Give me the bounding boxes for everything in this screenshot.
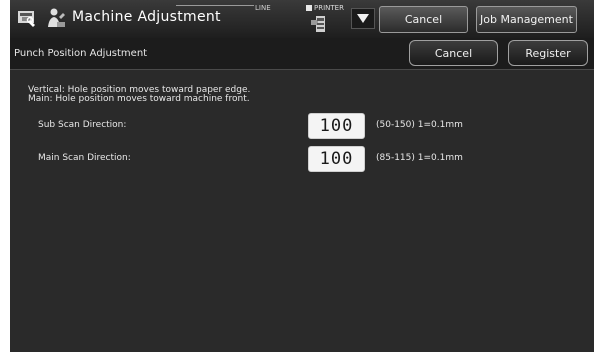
sub-header-bar: Punch Position Adjustment Cancel Registe…: [10, 38, 594, 70]
register-button[interactable]: Register: [508, 40, 588, 66]
job-management-button[interactable]: Job Management: [476, 6, 577, 33]
sub-scan-range: (50-150) 1=0.1mm: [376, 120, 463, 130]
machine-adjustment-screen: Machine Adjustment LINE PRINTER Cancel J…: [10, 0, 594, 352]
section-title: Punch Position Adjustment: [14, 48, 148, 59]
top-bar: Machine Adjustment LINE PRINTER Cancel J…: [10, 0, 594, 38]
page-title: Machine Adjustment: [72, 9, 221, 25]
line-status-label: LINE: [255, 4, 271, 12]
main-scan-label: Main Scan Direction:: [38, 153, 131, 163]
printer-tray-icon: [309, 14, 331, 34]
machine-settings-icon: [16, 7, 38, 29]
header-cancel-button[interactable]: Cancel: [379, 6, 468, 33]
main-scan-value-input[interactable]: 100: [308, 146, 365, 172]
printer-label: PRINTER: [314, 4, 344, 12]
note-main: Main: Hole position moves toward machine…: [28, 94, 250, 104]
printer-indicator: [306, 5, 312, 11]
triangle-down-icon: [357, 14, 369, 23]
title-divider: [176, 5, 254, 6]
cancel-button[interactable]: Cancel: [409, 40, 498, 66]
sub-scan-value-input[interactable]: 100: [308, 113, 365, 139]
sub-scan-label: Sub Scan Direction:: [38, 120, 127, 130]
status-dropdown-button[interactable]: [351, 8, 375, 29]
operator-icon: [46, 7, 66, 29]
printer-status: PRINTER: [306, 4, 344, 12]
main-scan-range: (85-115) 1=0.1mm: [376, 153, 463, 163]
